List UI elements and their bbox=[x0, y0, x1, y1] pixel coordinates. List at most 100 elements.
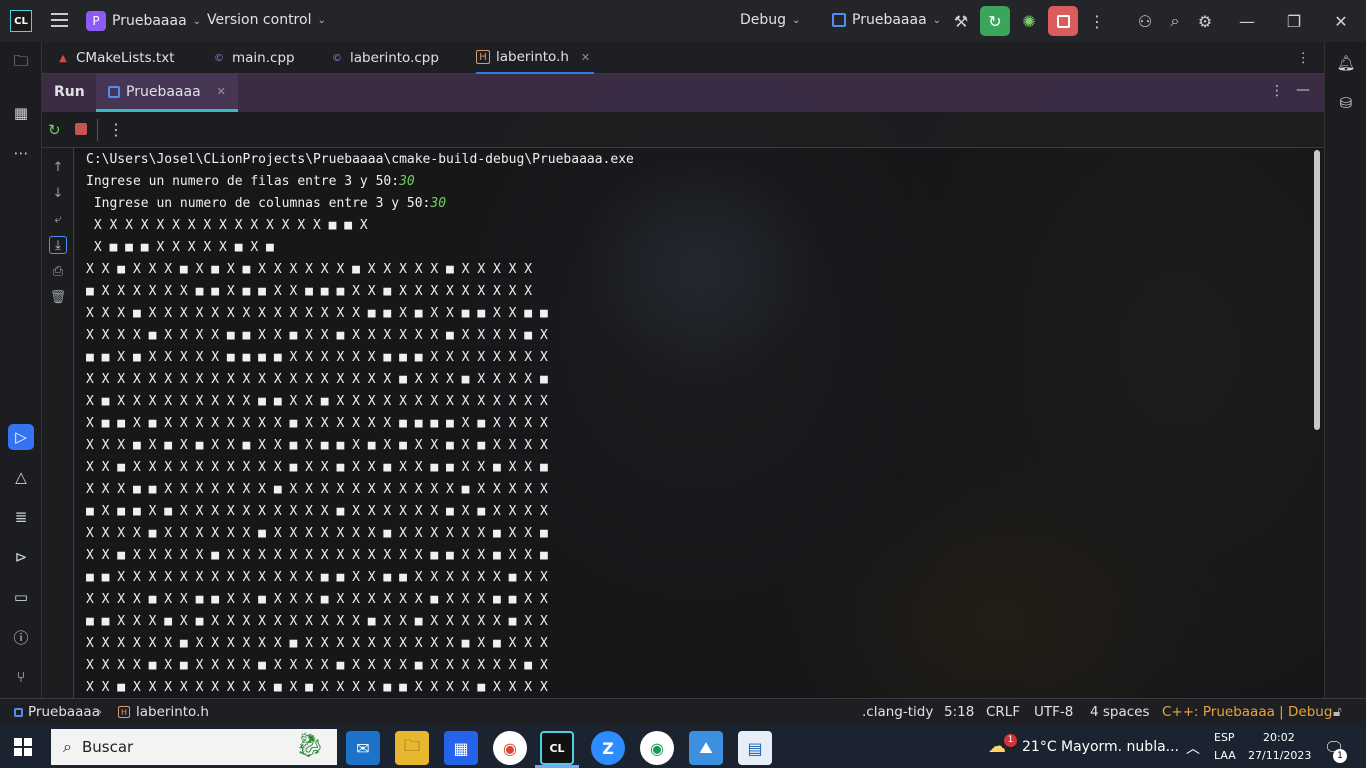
more-options-icon[interactable]: ⋮ bbox=[108, 120, 124, 139]
clock-date[interactable]: 27/11/2023 bbox=[1248, 749, 1311, 762]
search-icon[interactable]: ⌕ bbox=[1160, 6, 1190, 36]
windows-start-icon[interactable] bbox=[14, 738, 32, 756]
clear-trash-icon[interactable]: 🗑︎ bbox=[49, 288, 67, 306]
soft-wrap-icon[interactable]: ⤶ bbox=[49, 210, 67, 228]
indent-setting[interactable]: 4 spaces bbox=[1090, 704, 1150, 720]
cmake-tool-icon[interactable]: △ bbox=[8, 464, 34, 490]
stop-button[interactable] bbox=[1048, 6, 1078, 36]
header-file-icon: H bbox=[118, 706, 130, 718]
store-app-icon[interactable]: ▦ bbox=[444, 731, 478, 765]
run-tool-icon[interactable]: ▷ bbox=[8, 424, 34, 450]
clang-tidy-status[interactable]: .clang-tidy bbox=[862, 704, 933, 720]
services-icon[interactable]: ⊳ bbox=[8, 544, 34, 570]
config-selector[interactable]: Debug ⌄ bbox=[740, 12, 800, 28]
keyboard-layout[interactable]: LAA bbox=[1214, 749, 1236, 762]
restore-icon[interactable]: ❐ bbox=[1279, 6, 1309, 36]
mail-app-icon[interactable]: ✉ bbox=[346, 731, 380, 765]
settings-gear-icon[interactable]: ⚙ bbox=[1190, 6, 1220, 36]
close-icon[interactable]: ✕ bbox=[1326, 6, 1356, 36]
tab-cmakelists[interactable]: ▲ CMakeLists.txt bbox=[56, 42, 175, 74]
more-tools-icon[interactable]: ⋯ bbox=[8, 140, 34, 166]
maze-row: ■ X X X X X X ■ ■ X ■ ■ X X ■ ■ ■ X X ■ … bbox=[86, 284, 533, 299]
add-user-icon[interactable]: ⚇ bbox=[1130, 6, 1160, 36]
maze-row: X X X X ■ X X X X ■ ■ X X ■ X X ■ X X X … bbox=[86, 328, 548, 343]
scroll-down-icon[interactable]: ↓ bbox=[49, 184, 67, 202]
project-folder-icon[interactable]: 🗀 bbox=[8, 50, 34, 76]
rerun-button[interactable]: ↻ bbox=[980, 6, 1010, 36]
stop-icon[interactable] bbox=[75, 123, 87, 135]
breadcrumb-file[interactable]: H laberinto.h bbox=[118, 704, 209, 720]
input-lang[interactable]: ESP bbox=[1214, 731, 1235, 744]
header-file-icon: H bbox=[476, 50, 490, 64]
problems-icon[interactable]: ⓘ bbox=[8, 624, 34, 650]
taskbar-search[interactable]: ⌕ Buscar 🐉︎ bbox=[51, 729, 337, 765]
database-icon[interactable]: ⛁ bbox=[1333, 90, 1359, 116]
zoom-app-icon[interactable]: Z bbox=[591, 731, 625, 765]
cpp-context[interactable]: C++: Pruebaaaa | Debug bbox=[1162, 704, 1332, 720]
line-separator[interactable]: CRLF bbox=[986, 704, 1020, 720]
minimize-icon[interactable]: — bbox=[1232, 6, 1262, 36]
maze-row: X X X X ■ X X X X X X ■ X X X X X X X ■ … bbox=[86, 526, 548, 541]
maze-row: X X ■ X X X X X ■ X X X X X X X X X X X … bbox=[86, 548, 548, 563]
chrome-profile-icon[interactable]: ◉ bbox=[640, 731, 674, 765]
hide-panel-icon[interactable]: — bbox=[1296, 82, 1310, 98]
dragon-highlight-icon: 🐉︎ bbox=[294, 731, 325, 759]
debug-bug-icon[interactable]: ✺ bbox=[1014, 6, 1044, 36]
console-scrollbar[interactable] bbox=[1314, 150, 1320, 430]
run-panel-options-icon[interactable]: ⋮ bbox=[1270, 83, 1284, 99]
tab-main-cpp[interactable]: © main.cpp bbox=[212, 42, 295, 74]
terminal-icon[interactable]: ▭ bbox=[8, 584, 34, 610]
tab-label: laberinto.h bbox=[496, 49, 569, 65]
notification-count: 1 bbox=[1333, 749, 1347, 763]
chevron-down-icon: ⌄ bbox=[792, 14, 801, 26]
scroll-up-icon[interactable]: ↑ bbox=[49, 158, 67, 176]
close-tab-icon[interactable]: ✕ bbox=[581, 51, 590, 64]
notes-app-icon[interactable]: ▤ bbox=[738, 731, 772, 765]
photos-app-icon[interactable]: ⛰ bbox=[689, 731, 723, 765]
messages-icon[interactable]: ≣ bbox=[8, 504, 34, 530]
tab-laberinto-cpp[interactable]: © laberinto.cpp bbox=[330, 42, 439, 74]
chrome-icon[interactable]: ◉ bbox=[493, 731, 527, 765]
breadcrumb-file-label: laberinto.h bbox=[136, 704, 209, 720]
file-encoding[interactable]: UTF-8 bbox=[1034, 704, 1073, 720]
run-panel-header: Run Pruebaaaa ✕ ⋮ — bbox=[42, 74, 1324, 112]
tab-options-icon[interactable]: ⋮ bbox=[1297, 50, 1311, 66]
prompt-cols-text: Ingrese un numero de columnas entre 3 y … bbox=[86, 196, 431, 211]
main-menu-icon[interactable] bbox=[51, 13, 68, 27]
scroll-to-end-icon[interactable]: ⤓ bbox=[49, 236, 67, 254]
chevron-down-icon: ⌄ bbox=[192, 15, 202, 27]
cursor-position[interactable]: 5:18 bbox=[944, 704, 974, 720]
notifications-bell-icon[interactable]: 🔔︎ bbox=[1333, 50, 1359, 76]
vcs-menu[interactable]: Version control ⌄ bbox=[207, 12, 326, 28]
more-actions-icon[interactable]: ⋮ bbox=[1082, 6, 1112, 36]
maze-row: X X X X ■ X X ■ ■ X X ■ X X X ■ X X X X … bbox=[86, 592, 548, 607]
print-icon[interactable]: ⎙ bbox=[49, 262, 67, 280]
rerun-icon[interactable]: ↻ bbox=[48, 121, 61, 139]
breadcrumb-project[interactable]: Pruebaaaa bbox=[14, 704, 100, 720]
clion-taskbar-icon[interactable]: CL bbox=[540, 731, 574, 765]
show-hidden-icons-chevron-up-icon[interactable]: ︿ bbox=[1186, 738, 1200, 758]
project-selector[interactable]: P Pruebaaaa ⌄ bbox=[86, 11, 201, 31]
weather-temp[interactable]: 21°C bbox=[1022, 739, 1057, 755]
structure-icon[interactable]: ▦ bbox=[8, 100, 34, 126]
chevron-down-icon: ⌄ bbox=[932, 14, 942, 26]
build-hammer-icon[interactable]: ⚒ bbox=[946, 6, 976, 36]
tab-label: CMakeLists.txt bbox=[76, 50, 175, 66]
run-toolbar: ↻ ⋮ bbox=[42, 112, 1324, 148]
vcs-label: Version control bbox=[207, 12, 312, 28]
clock-time[interactable]: 20:02 bbox=[1263, 731, 1295, 744]
maze-row: X ■ X X X X X X X X X ■ ■ X X ■ X X X X … bbox=[86, 394, 548, 409]
run-tab-pruebaaaa[interactable]: Pruebaaaa ✕ bbox=[96, 74, 238, 112]
run-target-selector[interactable]: Pruebaaaa ⌄ bbox=[832, 12, 941, 28]
weather-desc[interactable]: Mayorm. nubla... bbox=[1061, 739, 1179, 755]
maze-row: X X ■ X X X X X X X X X ■ X ■ X X X X ■ … bbox=[86, 680, 548, 695]
file-explorer-icon[interactable]: 🗀 bbox=[395, 731, 429, 765]
read-only-lock-icon[interactable]: 🔓︎ bbox=[1333, 704, 1342, 720]
git-branch-icon[interactable]: ⑂ bbox=[8, 664, 34, 690]
tab-laberinto-h[interactable]: H laberinto.h ✕ bbox=[476, 42, 595, 74]
close-tab-icon[interactable]: ✕ bbox=[217, 85, 226, 98]
clion-logo-icon[interactable]: CL bbox=[10, 10, 32, 32]
user-input-cols: 30 bbox=[430, 196, 447, 211]
console-output[interactable]: C:\Users\Josel\CLionProjects\Pruebaaaa\c… bbox=[75, 148, 1324, 698]
cpp-file-icon: © bbox=[332, 52, 342, 64]
